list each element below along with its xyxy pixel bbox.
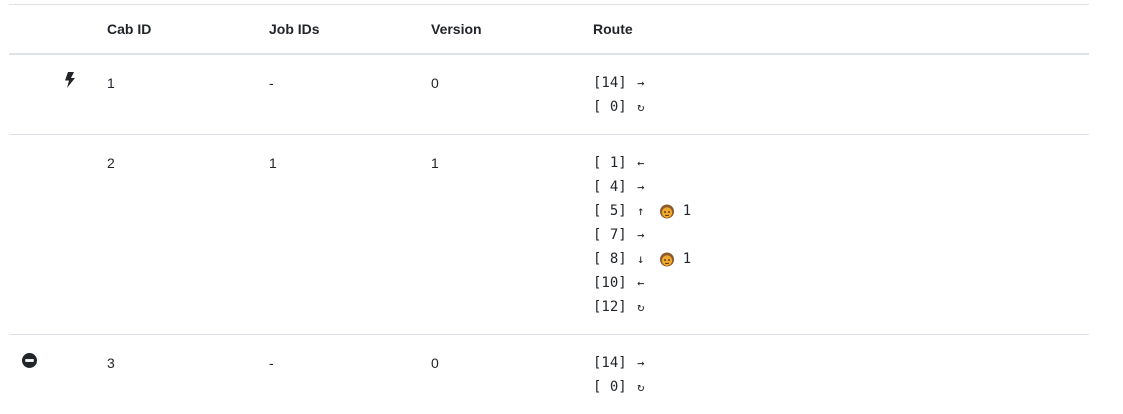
lightning-bolt-icon [65, 72, 75, 88]
job-ids-cell: 1 [269, 135, 431, 335]
route-cell: [14] → [ 0] ↻ [593, 335, 1089, 414]
stop-label: [12] [593, 295, 627, 319]
passenger: 1 [659, 199, 691, 223]
header-job-ids[interactable]: Job IDs [269, 5, 431, 55]
header-status [9, 5, 107, 55]
route-stop: [ 0] ↻ [593, 95, 1089, 119]
loop-icon: ↻ [635, 95, 647, 119]
route-stop: [ 5] ↑ 1 [593, 199, 1089, 223]
stop-label: [10] [593, 271, 627, 295]
cab-table: Cab ID Job IDs Version Route 1 - 0 [ [9, 4, 1089, 414]
arrow-down-icon: ↓ [635, 247, 647, 271]
table-row: 3 - 0 [14] → [ 0] ↻ [9, 335, 1089, 414]
route-stop: [14] → [593, 71, 1089, 95]
route-cell: [14] → [ 0] ↻ [593, 54, 1089, 135]
arrow-right-icon: → [635, 175, 647, 199]
status-cell [9, 135, 107, 335]
version-cell: 0 [431, 335, 593, 414]
arrow-right-icon: → [635, 223, 647, 247]
cab-id-cell: 1 [107, 54, 269, 135]
stop-label: [ 0] [593, 375, 627, 399]
job-ids-cell: - [269, 54, 431, 135]
arrow-left-icon: ← [635, 151, 647, 175]
stop-label: [ 5] [593, 199, 627, 223]
job-ids-cell: - [269, 335, 431, 414]
person-icon [659, 251, 675, 267]
version-cell: 1 [431, 135, 593, 335]
route-stop: [ 1] ← [593, 151, 1089, 175]
route-stop: [12] ↻ [593, 295, 1089, 319]
header-cab-id[interactable]: Cab ID [107, 5, 269, 55]
stop-label: [14] [593, 71, 627, 95]
loop-icon: ↻ [635, 295, 647, 319]
stop-label: [ 1] [593, 151, 627, 175]
cab-id-cell: 2 [107, 135, 269, 335]
table-header-row: Cab ID Job IDs Version Route [9, 5, 1089, 55]
stop-label: [ 8] [593, 247, 627, 271]
header-route[interactable]: Route [593, 5, 1089, 55]
route-stop: [14] → [593, 351, 1089, 375]
header-version[interactable]: Version [431, 5, 593, 55]
route-stop: [ 4] → [593, 175, 1089, 199]
person-icon [659, 203, 675, 219]
stop-label: [14] [593, 351, 627, 375]
route-stop: [ 0] ↻ [593, 375, 1089, 399]
passenger: 1 [659, 247, 691, 271]
loop-icon: ↻ [635, 375, 647, 399]
passenger-count: 1 [683, 199, 691, 223]
arrow-left-icon: ← [635, 271, 647, 295]
table-row: 2 1 1 [ 1] ← [ 4] → [ 5] ↑ [9, 135, 1089, 335]
cab-id-cell: 3 [107, 335, 269, 414]
table-row: 1 - 0 [14] → [ 0] ↻ [9, 54, 1089, 135]
arrow-right-icon: → [635, 71, 647, 95]
route-stop: [ 7] → [593, 223, 1089, 247]
passenger-count: 1 [683, 247, 691, 271]
no-entry-icon [22, 353, 37, 368]
stop-label: [ 0] [593, 95, 627, 119]
stop-label: [ 4] [593, 175, 627, 199]
status-cell [9, 335, 107, 414]
arrow-right-icon: → [635, 351, 647, 375]
status-cell [9, 54, 107, 135]
arrow-up-icon: ↑ [635, 199, 647, 223]
version-cell: 0 [431, 54, 593, 135]
cab-table-container: Cab ID Job IDs Version Route 1 - 0 [ [9, 4, 1089, 414]
stop-label: [ 7] [593, 223, 627, 247]
route-stop: [10] ← [593, 271, 1089, 295]
route-stop: [ 8] ↓ 1 [593, 247, 1089, 271]
route-cell: [ 1] ← [ 4] → [ 5] ↑ [593, 135, 1089, 335]
